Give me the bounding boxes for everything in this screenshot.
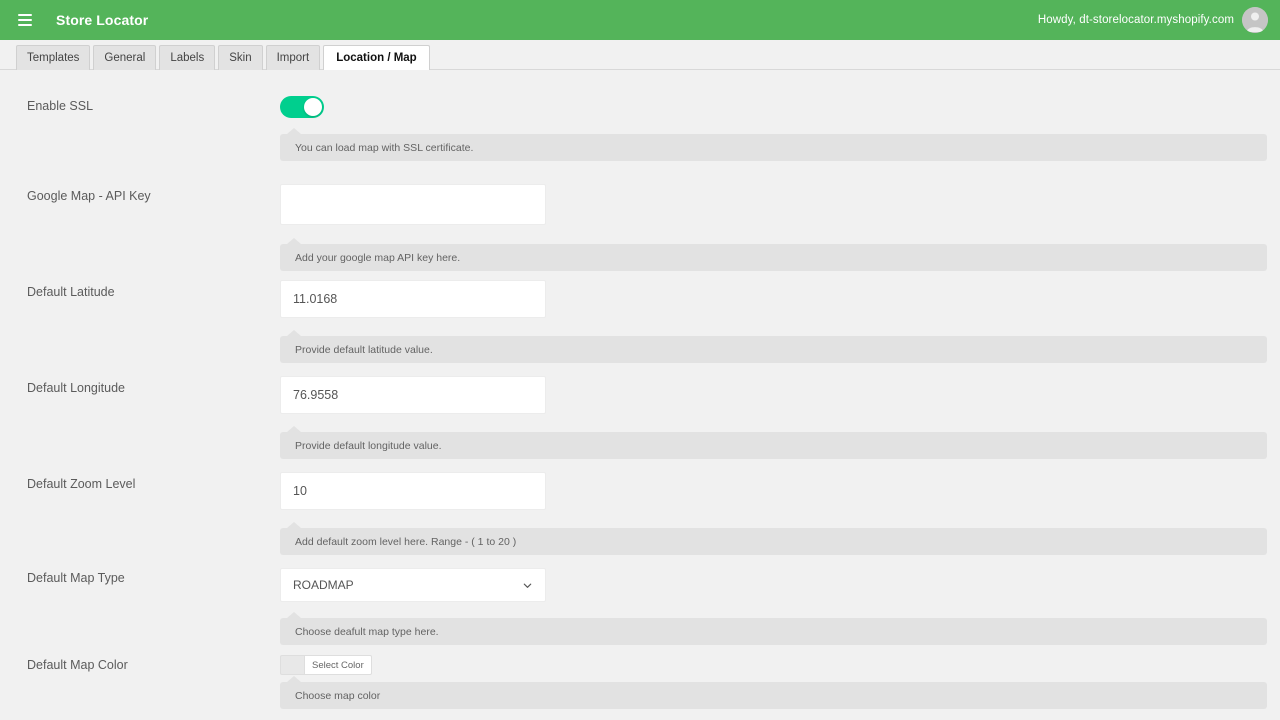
row-api-key: Google Map - API Key Add your google map… xyxy=(0,166,1280,262)
desc-map-color: Choose map color xyxy=(280,682,1267,709)
label-enable-ssl: Enable SSL xyxy=(0,96,280,114)
label-longitude: Default Longitude xyxy=(0,376,280,396)
hamburger-line xyxy=(18,14,32,16)
settings-form: Enable SSL You can load map with SSL cer… xyxy=(0,70,1280,720)
field-map-type: ROADMAP xyxy=(280,568,1280,602)
field-enable-ssl xyxy=(280,96,1280,118)
hamburger-line xyxy=(18,24,32,26)
toggle-knob xyxy=(304,98,322,116)
label-latitude: Default Latitude xyxy=(0,280,280,300)
row-map-color: Default Map Color Select Color Choose ma… xyxy=(0,640,1280,720)
desc-enable-ssl: You can load map with SSL certificate. xyxy=(280,134,1267,161)
field-latitude xyxy=(280,280,1280,318)
top-bar-right: Howdy, dt-storelocator.myshopify.com xyxy=(1038,7,1272,33)
color-swatch[interactable] xyxy=(280,655,304,675)
default-zoom-level-input[interactable] xyxy=(280,472,546,510)
tab-bar: Templates General Labels Skin Import Loc… xyxy=(0,40,1280,70)
howdy-greeting[interactable]: Howdy, dt-storelocator.myshopify.com xyxy=(1038,14,1234,26)
select-color-button[interactable]: Select Color xyxy=(304,655,372,675)
tab-location-map[interactable]: Location / Map xyxy=(323,45,430,70)
label-map-color: Default Map Color xyxy=(0,655,280,673)
row-longitude: Default Longitude Provide default longit… xyxy=(0,358,1280,454)
tab-skin[interactable]: Skin xyxy=(218,45,262,70)
field-zoom-level xyxy=(280,472,1280,510)
tab-labels[interactable]: Labels xyxy=(159,45,215,70)
row-map-type: Default Map Type ROADMAP Choose deafult … xyxy=(0,550,1280,640)
top-bar: Store Locator Howdy, dt-storelocator.mys… xyxy=(0,0,1280,40)
avatar-icon[interactable] xyxy=(1242,7,1268,33)
tab-import[interactable]: Import xyxy=(266,45,321,70)
label-api-key: Google Map - API Key xyxy=(0,184,280,204)
label-zoom-level: Default Zoom Level xyxy=(0,472,280,492)
field-api-key xyxy=(280,184,1280,225)
row-enable-ssl: Enable SSL You can load map with SSL cer… xyxy=(0,70,1280,166)
default-latitude-input[interactable] xyxy=(280,280,546,318)
row-zoom-level: Default Zoom Level Add default zoom leve… xyxy=(0,454,1280,550)
enable-ssl-toggle[interactable] xyxy=(280,96,324,118)
field-longitude xyxy=(280,376,1280,414)
tab-templates[interactable]: Templates xyxy=(16,45,90,70)
hamburger-icon[interactable] xyxy=(12,7,38,33)
default-map-type-select[interactable]: ROADMAP xyxy=(280,568,546,602)
tab-general[interactable]: General xyxy=(93,45,156,70)
default-map-color-picker: Select Color xyxy=(280,655,372,675)
chevron-down-icon xyxy=(522,580,533,591)
default-map-type-value: ROADMAP xyxy=(293,578,354,592)
label-map-type: Default Map Type xyxy=(0,568,280,586)
row-latitude: Default Latitude Provide default latitud… xyxy=(0,262,1280,358)
hamburger-line xyxy=(18,19,32,21)
api-key-input[interactable] xyxy=(280,184,546,225)
app-title: Store Locator xyxy=(56,12,148,28)
default-longitude-input[interactable] xyxy=(280,376,546,414)
field-map-color: Select Color xyxy=(280,655,1280,678)
